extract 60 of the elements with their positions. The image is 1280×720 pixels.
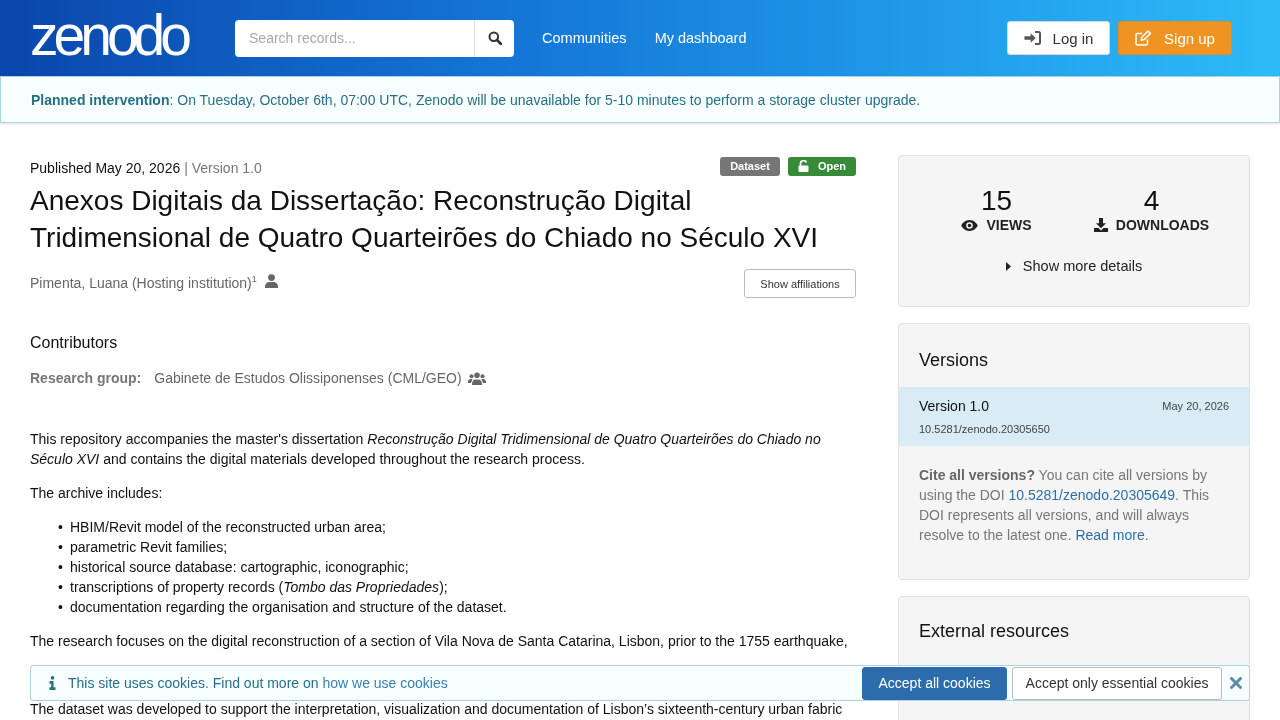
list-item-text: documentation regarding the organisation and structure of the dataset. <box>70 598 507 617</box>
nav-link[interactable]: Communities <box>542 30 627 46</box>
cookie-policy-link[interactable]: how we use cookies <box>322 675 448 691</box>
cite-all-versions-text: Cite all versions? You can cite all versions by using the DOI 10.5281/zenodo.20305649. This DOI represents all versions, and will always resolve to the latest one. Read more. <box>919 466 1211 545</box>
bullet: • <box>58 558 64 577</box>
show-more-details-toggle[interactable]: Show more details <box>1005 256 1143 276</box>
accept-essential-cookies-button[interactable]: Accept only essential cookies <box>1012 666 1222 700</box>
access-label: Open <box>787 156 856 176</box>
list-item-text: parametric Revit families; <box>70 538 228 557</box>
description-paragraph: The research focuses on the digital reconstruction of a section of Vila Nova de Santa Catarina, Lisbon, prior to the 1755 earthquake, <box>30 632 849 651</box>
sign-in-icon <box>1023 31 1041 45</box>
search-icon <box>487 31 502 45</box>
logo[interactable]: zenodo <box>30 9 187 61</box>
search-button[interactable] <box>474 19 514 57</box>
version-label: Version 1.0 <box>919 397 991 415</box>
bullet: • <box>58 598 64 617</box>
cite-link[interactable]: 10.5281/zenodo.20305649 <box>1008 487 1176 503</box>
stat-label: VIEWS <box>986 217 1032 233</box>
info-icon <box>49 676 56 690</box>
list-item-text: HBIM/Revit model of the reconstructed urban area; <box>70 518 386 537</box>
publication-date: Published May 20, 2026 <box>30 160 181 176</box>
description-paragraph: The archive includes: <box>30 484 164 503</box>
version-text: | Version 1.0 <box>184 160 262 176</box>
bullet: • <box>58 538 64 557</box>
stat-label: DOWNLOADS <box>1115 217 1210 233</box>
cookie-notice-text: This site uses cookies. Find out more on how we use cookies <box>68 675 449 691</box>
unlock-icon <box>797 160 809 172</box>
contributors-heading: Contributors <box>30 333 119 353</box>
edit-icon <box>1135 30 1153 46</box>
version-doi: 10.5281/zenodo.20305650 <box>919 422 1050 436</box>
description-paragraph: The dataset was developed to support the interpretation, visualization and documentation of Lisbon’s sixteenth-century urban fabric <box>30 701 844 718</box>
version-item[interactable]: Version 1.0 10.5281/zenodo.20305650 May 20, 2026 <box>899 387 1249 446</box>
group-icon <box>467 371 486 385</box>
search-field[interactable]: Search records... <box>235 19 474 57</box>
user-icon <box>264 273 278 288</box>
download-icon <box>1093 218 1108 232</box>
versions-heading: Versions <box>919 349 990 372</box>
eye-icon <box>961 219 979 231</box>
stat-count: 4 <box>1143 185 1160 217</box>
show-affiliations-button[interactable]: Show affiliations <box>744 269 856 298</box>
resource-type-label: Dataset <box>720 156 780 176</box>
bullet: • <box>58 518 64 537</box>
stat-count: 15 <box>980 185 1013 217</box>
close-icon <box>1230 677 1242 689</box>
creator-link[interactable]: Pimenta, Luana (Hosting institution)$^{1}$ <box>30 269 257 293</box>
announcement-text: Planned intervention: On Tuesday, October 6th, 07:00 UTC, Zenodo will be unavailable for 5-10 minutes to perform a storage cluster upgrade. <box>31 91 921 108</box>
cite-link[interactable]: Read more. <box>1075 527 1149 543</box>
list-item-text: transcriptions of property records (Tombo das Propriedades); <box>70 578 448 597</box>
external-resources-heading: External resources <box>919 620 1071 643</box>
contributor-role: Research group: <box>30 369 142 388</box>
close-button[interactable] <box>1230 677 1242 689</box>
version-date: May 20, 2026 <box>1162 399 1229 414</box>
nav-link[interactable]: My dashboard <box>654 30 747 46</box>
bullet: • <box>58 578 64 597</box>
list-item-text: historical source database: cartographic, iconographic; <box>70 558 409 577</box>
contributor-link[interactable]: Gabinete de Estudos Olissiponenses (CML/GEO) <box>154 368 462 388</box>
record-title: Anexos Digitais da Dissertação: Reconstrução Digital Tridimensional de Quatro Quarteirões do Chiado no Século XVI <box>30 184 820 255</box>
log-in-button[interactable]: Log in <box>1007 21 1110 55</box>
description-paragraph: This repository accompanies the master's dissertation Reconstrução Digital Tridimensional de Quatro Quarteirões do Chiado no Século XVI and contains the digital materials developed throughout the research process. <box>30 430 822 469</box>
accept-all-cookies-button[interactable]: Accept all cookies <box>862 666 1007 700</box>
